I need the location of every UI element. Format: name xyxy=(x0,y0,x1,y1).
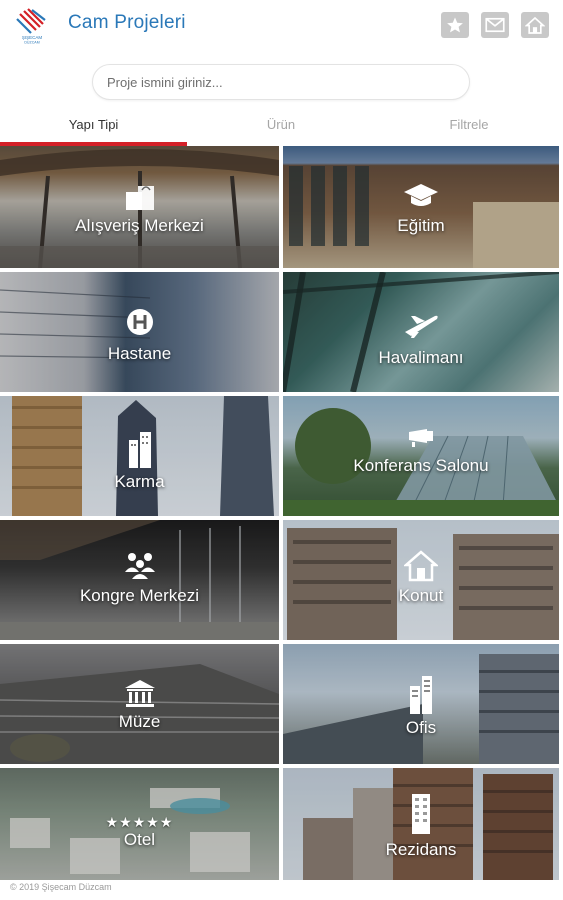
category-tile-havalimani[interactable]: Havalimanı xyxy=(283,272,559,392)
sisecam-logo: ŞIŞECAM DÜZCAM xyxy=(14,6,50,45)
category-label: Otel xyxy=(123,830,156,849)
tab-filtrele[interactable]: Filtrele xyxy=(375,108,563,142)
category-tile-otel[interactable]: ★★★★★ Otel xyxy=(0,768,279,880)
app-header: ŞIŞECAM DÜZCAM Cam Projeleri xyxy=(0,0,563,52)
projector-icon xyxy=(406,426,436,448)
svg-text:ŞIŞECAM: ŞIŞECAM xyxy=(22,35,43,40)
people-group-icon xyxy=(120,550,160,580)
category-tile-kongre-merkezi[interactable]: Kongre Merkezi xyxy=(0,520,279,640)
home-icon xyxy=(525,16,545,34)
app-title: Cam Projeleri xyxy=(68,12,186,33)
airplane-icon xyxy=(403,310,439,340)
mail-button[interactable] xyxy=(481,12,509,38)
copyright-text: © 2019 Şişecam Düzcam xyxy=(10,882,112,892)
graduation-cap-icon xyxy=(402,182,440,210)
category-label: Alışveriş Merkezi xyxy=(75,216,204,235)
category-label: Eğitim xyxy=(397,216,445,235)
category-label: Kongre Merkezi xyxy=(79,586,200,605)
category-tile-hastane[interactable]: Hastane xyxy=(0,272,279,392)
project-search-input[interactable] xyxy=(93,65,469,99)
star-icon xyxy=(447,17,463,33)
museum-icon xyxy=(123,678,157,708)
tab-urun[interactable]: Ürün xyxy=(187,108,375,142)
category-label: Hastane xyxy=(107,344,172,363)
category-tile-egitim[interactable]: Eğitim xyxy=(283,146,559,268)
favorites-button[interactable] xyxy=(441,12,469,38)
shopping-bags-icon xyxy=(123,182,157,212)
residence-tower-icon xyxy=(406,792,436,834)
buildings-icon xyxy=(125,430,155,468)
category-label: Havalimanı xyxy=(378,348,464,367)
envelope-icon xyxy=(485,17,505,33)
hospital-h-icon xyxy=(126,308,154,336)
building-type-grid: Alışveriş Merkezi Eğitim Hastane Havalim… xyxy=(0,146,563,880)
category-label: Konferans Salonu xyxy=(353,456,489,475)
category-label: Konut xyxy=(398,586,444,605)
category-tile-konut[interactable]: Konut xyxy=(283,520,559,640)
category-tabs: Yapı Tipi Ürün Filtrele xyxy=(0,108,563,146)
search-box xyxy=(92,64,470,100)
category-tile-alisveris-merkezi[interactable]: Alışveriş Merkezi xyxy=(0,146,279,268)
home-button[interactable] xyxy=(521,12,549,38)
category-tile-rezidans[interactable]: Rezidans xyxy=(283,768,559,880)
category-label: Müze xyxy=(118,712,161,731)
category-tile-ofis[interactable]: Ofis xyxy=(283,644,559,764)
category-tile-konferans-salonu[interactable]: Konferans Salonu xyxy=(283,396,559,516)
category-tile-karma[interactable]: Karma xyxy=(0,396,279,516)
house-icon xyxy=(404,550,438,582)
category-label: Rezidans xyxy=(385,840,457,859)
stars-icon: ★★★★★ xyxy=(105,814,174,830)
svg-text:DÜZCAM: DÜZCAM xyxy=(24,41,39,45)
category-label: Ofis xyxy=(405,718,437,737)
category-tile-muze[interactable]: Müze xyxy=(0,644,279,764)
tab-yapi-tipi[interactable]: Yapı Tipi xyxy=(0,108,187,142)
office-tower-icon xyxy=(406,674,436,714)
category-label: Karma xyxy=(114,472,165,491)
